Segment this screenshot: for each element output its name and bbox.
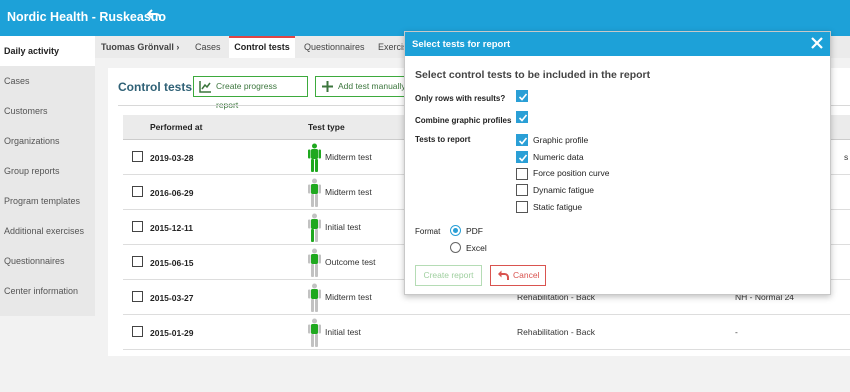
person-figure-icon bbox=[308, 213, 321, 242]
format-label: Format bbox=[415, 227, 441, 236]
format-radio-pdf[interactable] bbox=[450, 225, 461, 236]
test-option-label: Numeric data bbox=[533, 152, 584, 162]
chevron-right-icon: › bbox=[176, 42, 180, 52]
page-title: Control tests bbox=[118, 80, 193, 94]
select-tests-dialog: Select tests for report Select control t… bbox=[404, 31, 831, 295]
row-checkbox[interactable] bbox=[132, 186, 143, 197]
create-report-button[interactable]: Create report bbox=[415, 265, 482, 286]
sidebar-item-cases[interactable]: Cases bbox=[0, 66, 95, 96]
table-row[interactable]: 2015-01-29 Initial test Rehabilitation -… bbox=[123, 315, 850, 350]
only-rows-checkbox[interactable] bbox=[516, 90, 528, 102]
test-option-label: Static fatigue bbox=[533, 202, 583, 212]
tab-cases[interactable]: Cases bbox=[195, 36, 221, 58]
row-date: 2015-06-15 bbox=[150, 258, 194, 268]
combine-profiles-checkbox[interactable] bbox=[516, 111, 528, 123]
row-test-type: Midterm test bbox=[325, 292, 372, 302]
format-radio-excel[interactable] bbox=[450, 242, 461, 253]
sidebar-item-customers[interactable]: Customers bbox=[0, 96, 95, 126]
row-date: 2016-06-29 bbox=[150, 188, 194, 198]
row-checkbox[interactable] bbox=[132, 151, 143, 162]
test-checkbox-static-fatigue[interactable] bbox=[516, 201, 528, 213]
tests-to-report-label: Tests to report bbox=[415, 135, 471, 144]
row-test-type: Initial test bbox=[325, 222, 361, 232]
sidebar-item-center-information[interactable]: Center information bbox=[0, 276, 95, 306]
row-test-type: Midterm test bbox=[325, 152, 372, 162]
row-test-type: Initial test bbox=[325, 327, 361, 337]
plus-icon bbox=[322, 81, 333, 92]
combine-profiles-label: Combine graphic profiles bbox=[415, 116, 512, 125]
sidebar: Daily activity Cases Customers Organizat… bbox=[0, 36, 95, 316]
test-checkbox-graphic-profile[interactable] bbox=[516, 134, 528, 146]
test-option-label: Dynamic fatigue bbox=[533, 185, 594, 195]
row-reference: - bbox=[735, 327, 738, 337]
undo-arrow-icon[interactable] bbox=[147, 8, 161, 22]
sidebar-item-additional-exercises[interactable]: Additional exercises bbox=[0, 216, 95, 246]
add-test-manually-button[interactable]: Add test manually bbox=[315, 76, 413, 97]
person-figure-icon bbox=[308, 248, 321, 277]
row-test-type: Midterm test bbox=[325, 187, 372, 197]
sidebar-item-group-reports[interactable]: Group reports bbox=[0, 156, 95, 186]
person-figure-icon bbox=[308, 283, 321, 312]
only-rows-label: Only rows with results? bbox=[415, 94, 506, 103]
row-reference: s bbox=[844, 152, 849, 162]
column-test-type[interactable]: Test type bbox=[308, 122, 345, 132]
line-chart-icon bbox=[199, 81, 211, 93]
format-option-label: Excel bbox=[466, 243, 487, 253]
row-date: 2015-03-27 bbox=[150, 293, 194, 303]
test-option-label: Force position curve bbox=[533, 168, 610, 178]
person-figure-icon bbox=[308, 318, 321, 347]
sidebar-item-program-templates[interactable]: Program templates bbox=[0, 186, 95, 216]
row-date: 2015-01-29 bbox=[150, 328, 194, 338]
row-category: Rehabilitation - Back bbox=[517, 327, 595, 337]
test-checkbox-dynamic-fatigue[interactable] bbox=[516, 184, 528, 196]
format-option-label: PDF bbox=[466, 226, 483, 236]
checkmark-icon bbox=[518, 137, 528, 145]
tab-questionnaires[interactable]: Questionnaires bbox=[304, 36, 365, 58]
row-checkbox[interactable] bbox=[132, 291, 143, 302]
person-figure-icon bbox=[308, 143, 321, 172]
sidebar-item-daily-activity[interactable]: Daily activity bbox=[0, 36, 95, 66]
test-checkbox-force-position-curve[interactable] bbox=[516, 168, 528, 180]
row-date: 2019-03-28 bbox=[150, 153, 194, 163]
test-checkbox-numeric-data[interactable] bbox=[516, 151, 528, 163]
breadcrumb-person[interactable]: Tuomas Grönvall › bbox=[101, 36, 179, 58]
column-performed-at[interactable]: Performed at bbox=[150, 122, 202, 132]
dialog-subtitle: Select control tests to be included in t… bbox=[415, 69, 651, 81]
checkmark-icon bbox=[518, 154, 528, 162]
row-date: 2015-12-11 bbox=[150, 223, 194, 233]
close-icon[interactable] bbox=[810, 36, 824, 50]
person-figure-icon bbox=[308, 178, 321, 207]
tab-control-tests[interactable]: Control tests bbox=[229, 36, 295, 58]
checkmark-icon bbox=[518, 93, 528, 101]
test-option-label: Graphic profile bbox=[533, 135, 589, 145]
dialog-title: Select tests for report bbox=[412, 39, 511, 50]
sidebar-item-organizations[interactable]: Organizations bbox=[0, 126, 95, 156]
undo-arrow-icon bbox=[498, 270, 509, 280]
row-checkbox[interactable] bbox=[132, 256, 143, 267]
row-test-type: Outcome test bbox=[325, 257, 376, 267]
row-checkbox[interactable] bbox=[132, 221, 143, 232]
create-progress-report-button[interactable]: Create progress report bbox=[193, 76, 308, 110]
dialog-header: Select tests for report bbox=[405, 32, 830, 56]
sidebar-item-questionnaires[interactable]: Questionnaires bbox=[0, 246, 95, 276]
checkmark-icon bbox=[518, 114, 528, 122]
cancel-button[interactable]: Cancel bbox=[490, 265, 546, 286]
row-checkbox[interactable] bbox=[132, 326, 143, 337]
app-title: Nordic Health - Ruskeasuo bbox=[7, 10, 167, 24]
